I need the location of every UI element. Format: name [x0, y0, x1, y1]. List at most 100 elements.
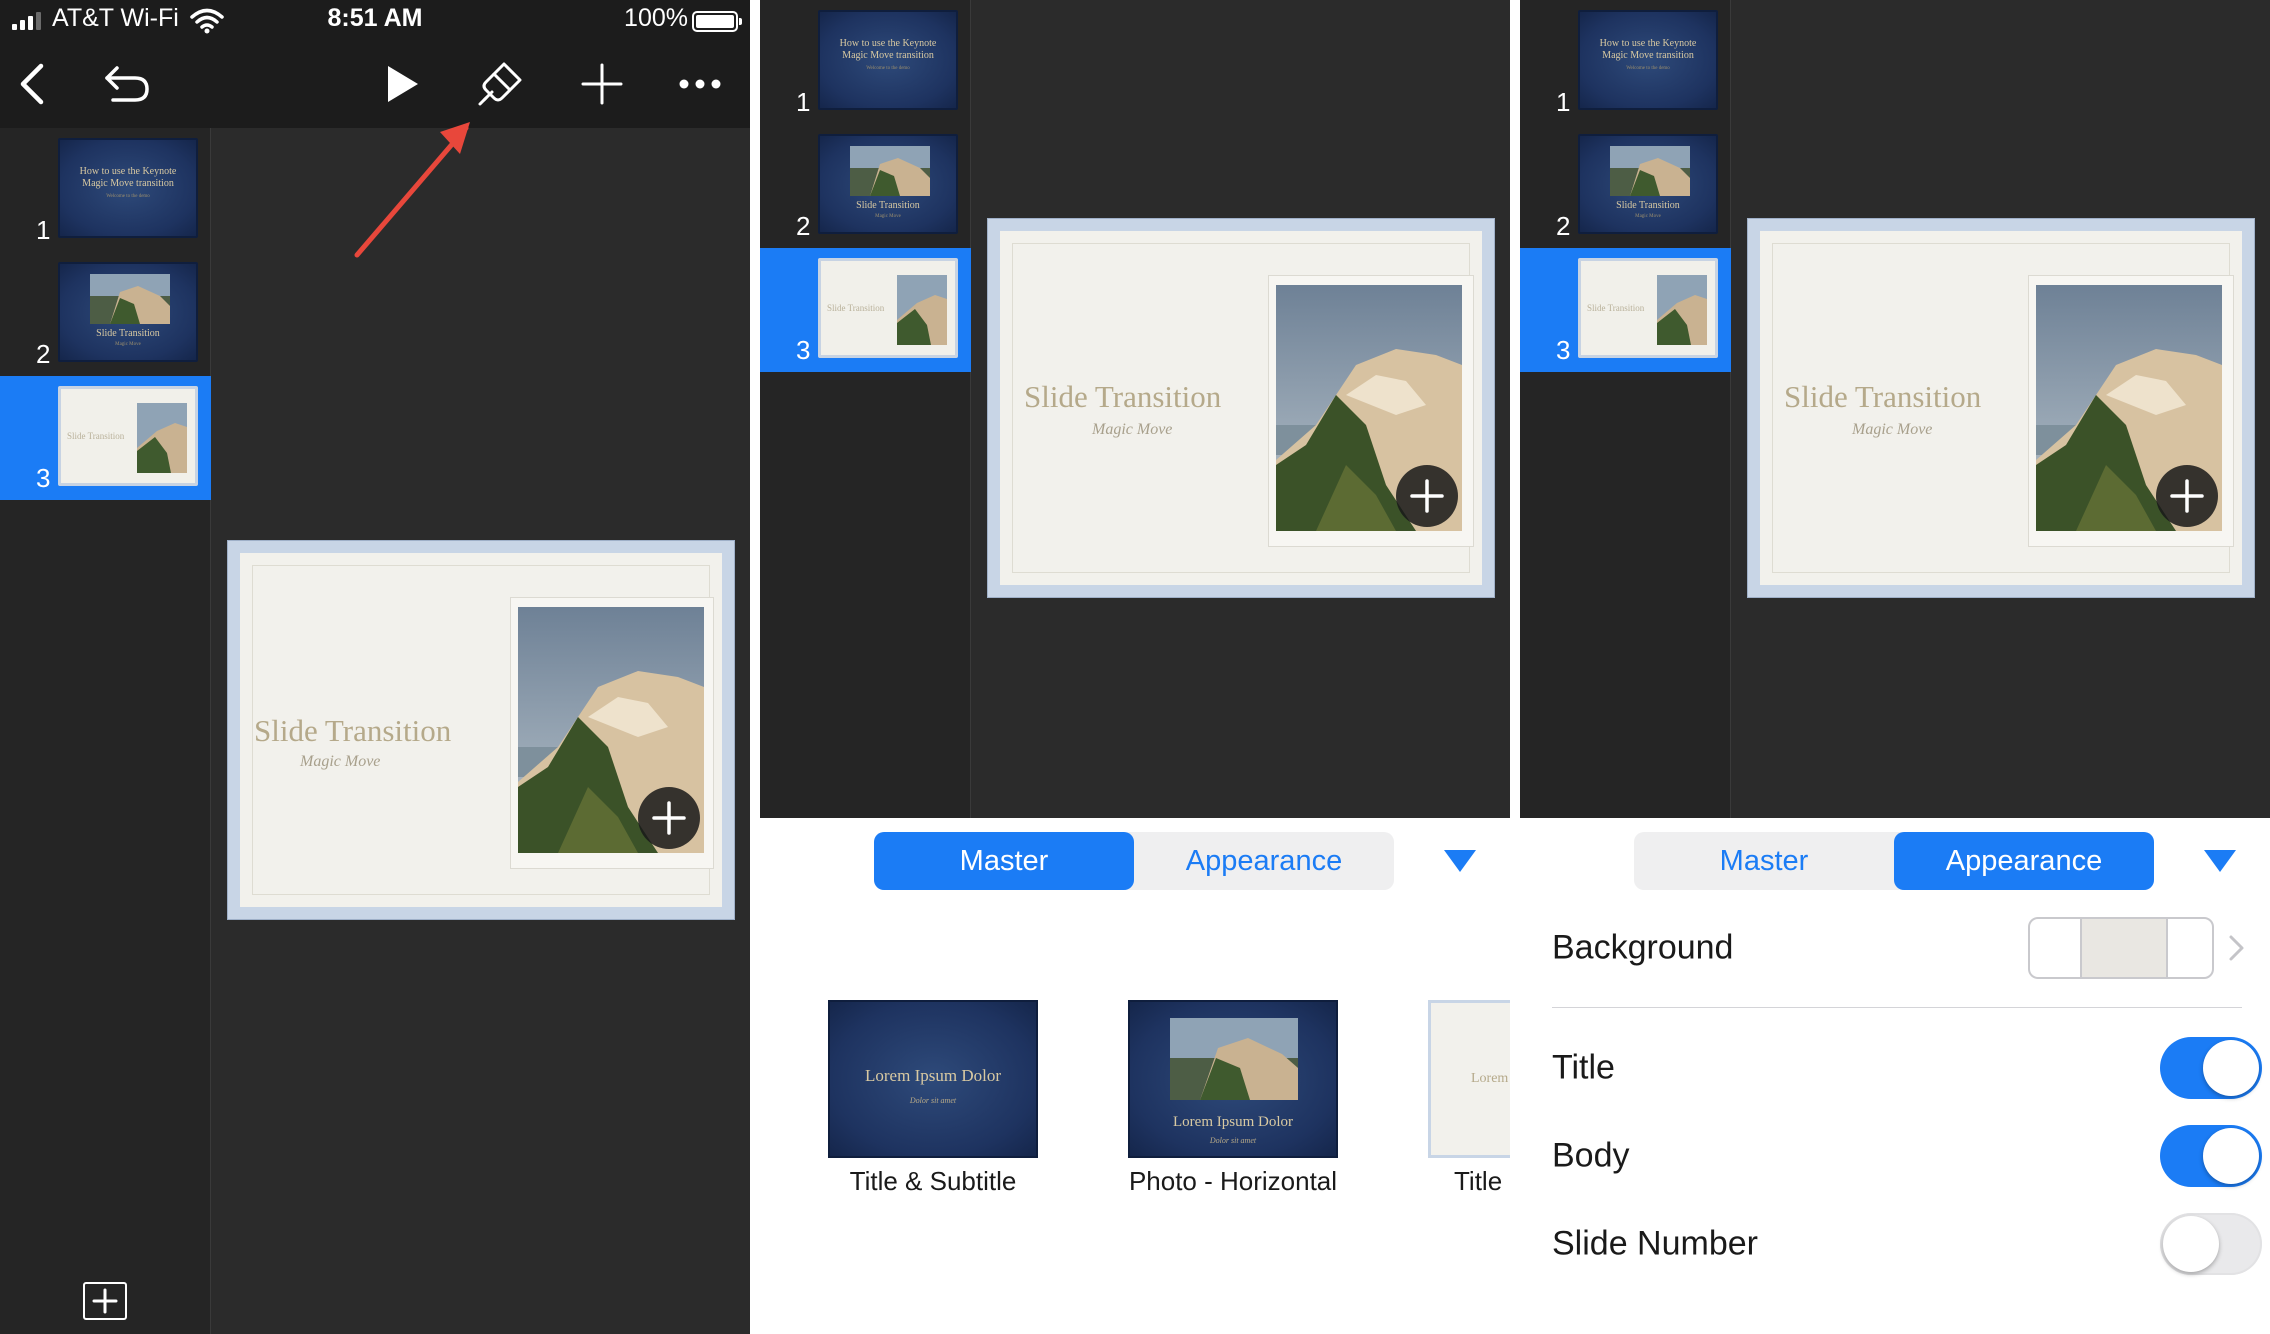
back-button[interactable]: [4, 56, 60, 112]
undo-button[interactable]: [100, 56, 156, 112]
format-button[interactable]: [472, 56, 528, 112]
slide-number: 3: [796, 335, 811, 365]
thumb-caption: Slide Transition: [1616, 200, 1680, 211]
play-icon: [388, 66, 418, 102]
slide-thumb: Slide Transition: [1578, 258, 1718, 358]
slide-subtitle[interactable]: Magic Move: [1852, 421, 1932, 439]
dropdown-triangle-icon[interactable]: [2204, 850, 2236, 872]
slide-thumbnail-3[interactable]: Slide Transition 3: [760, 248, 971, 372]
plus-icon: [2170, 479, 2204, 513]
thumb-title-2: Magic Move transition: [1602, 50, 1694, 61]
slide-thumbnail-3[interactable]: Slide Transition 3: [1520, 248, 1731, 372]
panel-master-tab: How to use the Keynote Magic Move transi…: [760, 0, 1510, 1334]
slide-title[interactable]: Slide Transition: [1024, 379, 1221, 415]
tab-appearance[interactable]: Appearance: [1894, 832, 2154, 890]
tab-master[interactable]: Master: [874, 832, 1134, 890]
slide-number: 3: [36, 463, 51, 493]
slide-number-row: Slide Number: [1552, 1204, 2262, 1284]
thumb-title-2: Magic Move transition: [82, 178, 174, 189]
slide-number: 2: [36, 339, 51, 369]
slide-subtitle[interactable]: Magic Move: [300, 753, 380, 771]
background-row[interactable]: Background: [1552, 908, 2244, 988]
master-label: Photo - Horizontal: [1128, 1166, 1338, 1196]
dropdown-triangle-icon[interactable]: [1444, 850, 1476, 872]
master-thumb: Lorem: [1428, 1000, 1510, 1158]
body-toggle[interactable]: [2160, 1125, 2262, 1187]
more-button[interactable]: [672, 56, 728, 112]
master-photo-horizontal[interactable]: Lorem Ipsum Dolor Dolor sit amet Photo -…: [1128, 1000, 1338, 1197]
slide-thumb: Slide Transition: [818, 258, 958, 358]
slide-thumb: Slide Transition Magic Move: [1578, 134, 1718, 234]
segmented-control: Master Appearance: [1634, 832, 2154, 890]
slide-number: 1: [36, 215, 51, 245]
slide-thumb: How to use the Keynote Magic Move transi…: [1578, 10, 1718, 110]
slide-thumbnail-1[interactable]: How to use the Keynote Magic Move transi…: [0, 128, 211, 252]
play-button[interactable]: [374, 56, 430, 112]
battery-icon: [692, 11, 742, 32]
thumb-caption: Slide Transition: [96, 328, 160, 339]
status-bar: AT&T Wi-Fi 8:51 AM 100%: [0, 0, 750, 40]
plus-icon: [1410, 479, 1444, 513]
master-thumb-title: Lorem: [1471, 1071, 1509, 1086]
photo-thumb: [897, 275, 947, 345]
add-media-button[interactable]: [638, 787, 700, 849]
chevron-right-icon: [2229, 935, 2244, 961]
slide-thumb: Slide Transition: [58, 386, 198, 486]
add-button[interactable]: [574, 56, 630, 112]
slide-number-toggle[interactable]: [2160, 1213, 2262, 1275]
thumb-title: How to use the Keynote: [79, 166, 177, 177]
add-media-button[interactable]: [2156, 465, 2218, 527]
master-thumb: Lorem Ipsum Dolor Dolor sit amet: [828, 1000, 1038, 1158]
slide-thumbnail-2[interactable]: Slide Transition Magic Move 2: [0, 252, 211, 376]
slide-navigator: How to use the Keynote Magic Move transi…: [0, 128, 211, 1334]
slide-number: 2: [1556, 211, 1571, 241]
thumb-sub: Magic Move: [1635, 214, 1661, 219]
thumb-sub: Welcome to the demo: [1626, 66, 1670, 71]
master-thumb-title: Lorem Ipsum Dolor: [1173, 1114, 1293, 1130]
back-chevron-icon: [20, 63, 44, 105]
slide-thumbnail-1[interactable]: How to use the Keynote Magic Move transi…: [1520, 0, 1731, 124]
thumb-caption: Slide Transition: [67, 431, 125, 441]
thumb-sub: Magic Move: [115, 342, 141, 347]
master-title-subtitle[interactable]: Lorem Ipsum Dolor Dolor sit amet Title &…: [828, 1000, 1038, 1197]
body-row: Body: [1552, 1116, 2262, 1196]
slide-title[interactable]: Slide Transition: [254, 713, 451, 749]
master-thumb-title: Lorem Ipsum Dolor: [865, 1066, 1001, 1085]
master-thumb: Lorem Ipsum Dolor Dolor sit amet: [1128, 1000, 1338, 1158]
editor-area: How to use the Keynote Magic Move transi…: [1520, 0, 2270, 818]
title-row: Title: [1552, 1028, 2262, 1108]
panel-appearance-tab: How to use the Keynote Magic Move transi…: [1520, 0, 2270, 1334]
slide-thumb: Slide Transition Magic Move: [58, 262, 198, 362]
slide-thumb: How to use the Keynote Magic Move transi…: [818, 10, 958, 110]
slide-thumbnail-1[interactable]: How to use the Keynote Magic Move transi…: [760, 0, 971, 124]
slide-navigator: How to use the Keynote Magic Move transi…: [760, 0, 971, 818]
title-toggle[interactable]: [2160, 1037, 2262, 1099]
tab-appearance[interactable]: Appearance: [1134, 832, 1394, 890]
master-title[interactable]: Lorem Title: [1428, 1000, 1510, 1197]
master-thumb-sub: Dolor sit amet: [909, 1096, 957, 1105]
slide-thumbnail-2[interactable]: Slide Transition Magic Move 2: [760, 124, 971, 248]
photo-thumb: [1657, 275, 1707, 345]
editor-area: How to use the Keynote Magic Move transi…: [760, 0, 1510, 818]
tab-master[interactable]: Master: [1634, 832, 1894, 890]
main-slide[interactable]: Slide Transition Magic Move: [1748, 219, 2254, 597]
main-slide[interactable]: Slide Transition Magic Move: [988, 219, 1494, 597]
slide-title[interactable]: Slide Transition: [1784, 379, 1981, 415]
slide-thumb: How to use the Keynote Magic Move transi…: [58, 138, 198, 238]
slide-thumbnail-3[interactable]: Slide Transition 3: [0, 376, 211, 500]
plus-icon: [581, 63, 623, 105]
photo-thumb: [90, 274, 170, 324]
slide-thumbnail-2[interactable]: Slide Transition Magic Move 2: [1520, 124, 1731, 248]
background-swatch[interactable]: [2028, 917, 2214, 979]
undo-icon: [105, 66, 149, 102]
add-slide-button[interactable]: [83, 1282, 127, 1320]
divider: [1552, 1007, 2242, 1008]
thumb-sub: Welcome to the demo: [106, 194, 150, 199]
add-media-button[interactable]: [1396, 465, 1458, 527]
thumb-sub: Magic Move: [875, 214, 901, 219]
slide-subtitle[interactable]: Magic Move: [1092, 421, 1172, 439]
thumb-title: How to use the Keynote: [839, 38, 937, 49]
main-slide[interactable]: Slide Transition Magic Move: [228, 541, 734, 919]
thumb-caption: Slide Transition: [856, 200, 920, 211]
slide-number-toggle-label: Slide Number: [1552, 1224, 1758, 1263]
